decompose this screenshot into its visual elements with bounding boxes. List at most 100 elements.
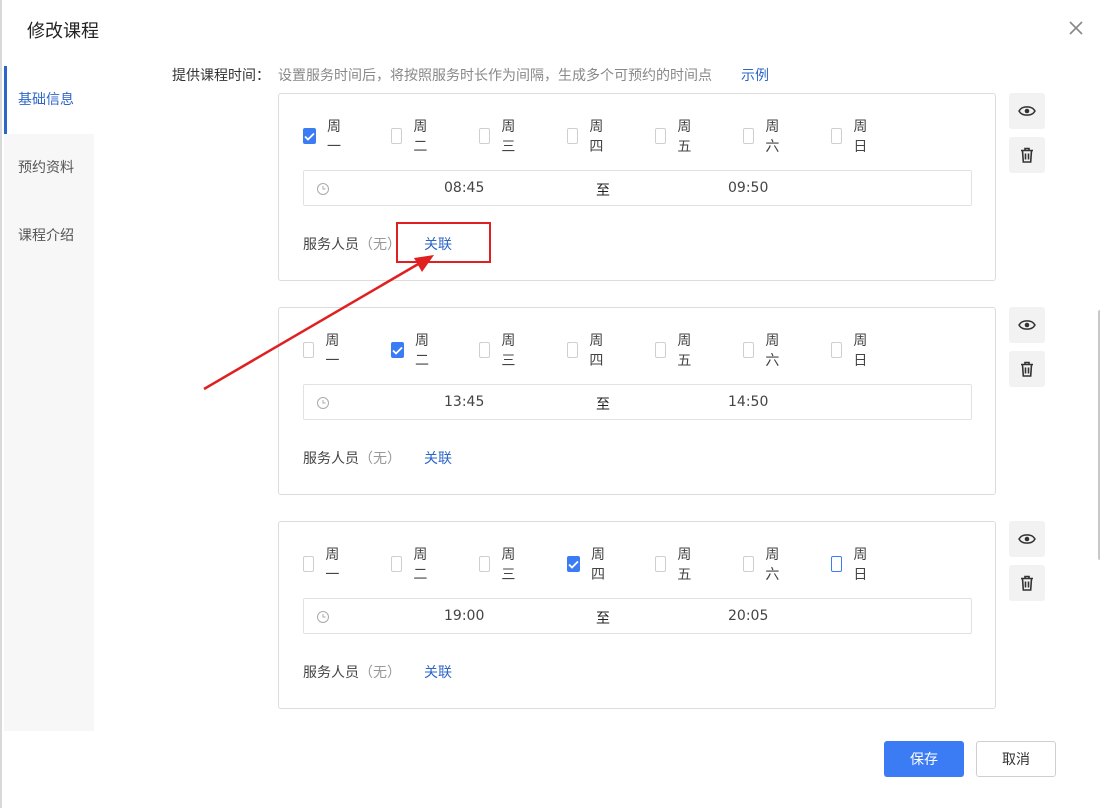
time-separator: 至: [596, 397, 610, 413]
checkbox[interactable]: [655, 128, 667, 144]
checkbox-checked[interactable]: [567, 556, 580, 572]
weekday-checkbox-wed[interactable]: 周三: [479, 333, 520, 369]
checkbox[interactable]: [391, 556, 403, 572]
checkbox[interactable]: [567, 128, 579, 144]
weekday-label: 周四: [589, 119, 604, 155]
weekday-checkbox-thu[interactable]: 周四: [567, 119, 608, 155]
eye-icon[interactable]: [1009, 307, 1045, 343]
checkbox[interactable]: [831, 128, 843, 144]
sidebar-item-booking-data[interactable]: 预约资料: [4, 134, 94, 202]
weekday-label: 周二: [413, 119, 428, 155]
staff-label-text: 服务人员: [303, 451, 359, 467]
save-button[interactable]: 保存: [884, 741, 964, 777]
checkbox[interactable]: [743, 556, 755, 572]
weekday-checkbox-mon[interactable]: 周一: [303, 119, 344, 155]
checkbox-checked[interactable]: [391, 342, 404, 358]
sidebar-item-course-intro[interactable]: 课程介绍: [4, 202, 94, 270]
weekday-label: 周日: [853, 547, 868, 583]
weekday-label: 周五: [677, 333, 692, 369]
checkbox[interactable]: [391, 128, 403, 144]
weekday-label: 周一: [325, 333, 340, 369]
checkbox-focused[interactable]: [831, 556, 843, 572]
weekday-label: 周六: [765, 547, 780, 583]
weekday-label: 周四: [591, 547, 605, 583]
checkbox[interactable]: [831, 342, 843, 358]
weekday-checkbox-wed[interactable]: 周三: [479, 119, 520, 155]
start-time[interactable]: 13:45: [444, 394, 484, 410]
checkbox[interactable]: [567, 342, 579, 358]
weekday-checkbox-sat[interactable]: 周六: [743, 119, 784, 155]
weekday-checkbox-fri[interactable]: 周五: [655, 333, 696, 369]
end-time[interactable]: 09:50: [728, 180, 768, 196]
checkbox-checked[interactable]: [303, 128, 316, 144]
example-link[interactable]: 示例: [741, 65, 769, 85]
time-range-picker[interactable]: 19:00 至 20:05: [303, 598, 972, 634]
sidebar-item-basic-info[interactable]: 基础信息: [4, 66, 94, 134]
edit-course-dialog: 修改课程 基础信息 预约资料 课程介绍 提供课程时间： 设置服务时间后，将按照服…: [0, 0, 1100, 808]
sidebar: 基础信息 预约资料 课程介绍: [4, 66, 94, 731]
associate-staff-link[interactable]: 关联: [424, 662, 452, 682]
dialog-title: 修改课程: [27, 21, 99, 42]
weekday-checkbox-thu[interactable]: 周四: [567, 333, 608, 369]
time-slot-card: 周一 周二 周三 周四 周五 周六 周日 19:00 至 20:05 服务人员（…: [278, 521, 996, 709]
associate-staff-link[interactable]: 关联: [424, 448, 452, 468]
clock-icon: [316, 181, 330, 195]
staff-value: （无）: [359, 451, 401, 467]
weekday-label: 周一: [325, 547, 340, 583]
weekday-checkbox-sun[interactable]: 周日: [831, 547, 872, 583]
time-range-picker[interactable]: 08:45 至 09:50: [303, 170, 972, 206]
checkbox[interactable]: [479, 128, 491, 144]
close-icon[interactable]: [1064, 16, 1088, 40]
weekday-label: 周三: [501, 333, 516, 369]
trash-icon[interactable]: [1009, 351, 1045, 387]
eye-icon[interactable]: [1009, 521, 1045, 557]
weekday-checkbox-mon[interactable]: 周一: [303, 547, 344, 583]
trash-icon[interactable]: [1009, 565, 1045, 601]
weekday-checkbox-sun[interactable]: 周日: [831, 119, 872, 155]
service-staff-label: 服务人员（无）: [303, 234, 401, 254]
weekday-checkbox-sat[interactable]: 周六: [743, 547, 784, 583]
associate-staff-link[interactable]: 关联: [424, 234, 452, 254]
weekday-label: 周五: [677, 119, 692, 155]
checkbox[interactable]: [655, 342, 667, 358]
weekday-checkbox-fri[interactable]: 周五: [655, 547, 696, 583]
time-slot-card: 周一 周二 周三 周四 周五 周六 周日 08:45 至 09:50 服务人员（…: [278, 93, 996, 281]
weekday-label: 周二: [413, 547, 428, 583]
service-staff-label: 服务人员（无）: [303, 448, 401, 468]
checkbox[interactable]: [743, 128, 755, 144]
weekday-checkbox-mon[interactable]: 周一: [303, 333, 344, 369]
weekday-checkbox-sun[interactable]: 周日: [831, 333, 872, 369]
clock-icon: [316, 395, 330, 409]
end-time[interactable]: 20:05: [728, 608, 768, 624]
time-slot-card: 周一 周二 周三 周四 周五 周六 周日 13:45 至 14:50 服务人员（…: [278, 307, 996, 495]
service-staff-label: 服务人员（无）: [303, 662, 401, 682]
clock-icon: [316, 609, 330, 623]
trash-icon[interactable]: [1009, 137, 1045, 173]
time-range-picker[interactable]: 13:45 至 14:50: [303, 384, 972, 420]
weekday-checkbox-sat[interactable]: 周六: [743, 333, 784, 369]
weekday-checkbox-wed[interactable]: 周三: [479, 547, 520, 583]
staff-label-text: 服务人员: [303, 237, 359, 253]
weekday-checkbox-fri[interactable]: 周五: [655, 119, 696, 155]
cancel-button[interactable]: 取消: [976, 741, 1056, 777]
checkbox[interactable]: [303, 556, 315, 572]
end-time[interactable]: 14:50: [728, 394, 768, 410]
checkbox[interactable]: [479, 342, 491, 358]
eye-icon[interactable]: [1009, 93, 1045, 129]
checkbox[interactable]: [655, 556, 667, 572]
start-time[interactable]: 19:00: [444, 608, 484, 624]
checkbox[interactable]: [743, 342, 755, 358]
weekday-checkbox-thu[interactable]: 周四: [567, 547, 608, 583]
course-time-label: 提供课程时间：: [172, 68, 270, 84]
staff-value: （无）: [359, 665, 401, 681]
weekday-checkbox-tue[interactable]: 周二: [391, 333, 432, 369]
weekday-label: 周三: [501, 119, 516, 155]
start-time[interactable]: 08:45: [444, 180, 484, 196]
checkbox[interactable]: [479, 556, 491, 572]
weekday-label: 周四: [589, 333, 604, 369]
weekday-checkbox-tue[interactable]: 周二: [391, 547, 432, 583]
weekday-checkbox-tue[interactable]: 周二: [391, 119, 432, 155]
checkbox[interactable]: [303, 342, 315, 358]
course-time-hint: 设置服务时间后，将按照服务时长作为间隔，生成多个可预约的时间点: [278, 68, 712, 84]
staff-value: （无）: [359, 237, 401, 253]
